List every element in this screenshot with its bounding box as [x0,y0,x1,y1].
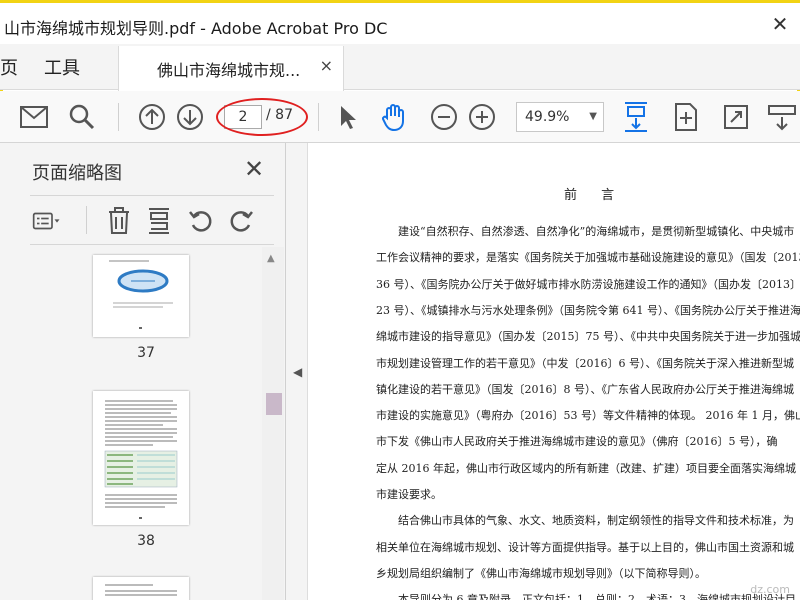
previous-page-icon[interactable] [136,101,168,133]
thumbnail-options-icon[interactable] [32,206,62,236]
tab-bar: 页 工具 佛山市海绵城市规... × [0,44,800,91]
document-view[interactable]: 前 言 建设“自然积存、自然渗透、自然净化”的海绵城市，是贯彻新型城镇化、中央城… [308,143,800,600]
annotation-oval [216,98,308,136]
document-line: 相关单位在海绵城市规划、设计等方面提供指导。基于以上目的，佛山市国土资源和城 [376,540,794,554]
page-thumbnail[interactable] [93,391,189,525]
document-heading: 前 言 [564,188,625,203]
document-line: 工作会议精神的要求，是落实《国务院关于加强城市基础设施建设的意见》（国发〔201… [376,251,800,265]
scroll-up-icon[interactable]: ▲ [267,253,275,264]
trash-icon[interactable] [104,206,134,236]
document-line: 结合佛山市具体的气象、水文、地质资料，制定纲领性的指导文件和技术标准，为 [398,514,794,528]
document-line: 本导则分为 6 章及附录，正文包括：1、总则；2、术语；3、海绵城市规划设计目 [398,593,796,600]
tab-close-icon[interactable]: × [320,56,333,75]
document-line: 乡规划局组织编制了《佛山市海绵城市规划导则》（以下简称导则）。 [376,566,706,580]
panel-toolbar [30,195,274,245]
toolbar-separator [318,103,319,131]
window-close-button[interactable]: ✕ [768,12,792,36]
search-icon[interactable] [66,101,98,133]
document-line: 36 号）、《国务院办公厅关于做好城市排水防涝设施建设工作的通知》（国办发〔20… [376,277,800,291]
document-line: 23 号）、《城镇排水与污水处理条例》（国务院令第 641 号）、《国务院办公厅… [376,303,800,317]
panel-collapse-bar[interactable]: ◀ [286,143,308,600]
rotate-right-icon[interactable] [226,206,256,236]
toolbar-separator [118,103,119,131]
zoom-out-icon[interactable] [428,101,460,133]
document-line: 镇化建设的若干意见》（国发〔2016〕8 号）、《广东省人民政府办公厅关于推进海… [376,382,794,396]
zoom-select[interactable]: 49.9% ▼ [516,102,604,132]
thumbnail-list: 37 38 [30,247,262,600]
document-line: 市规划建设管理工作的若干意见》（中发〔2016〕6 号）、《国务院关于深入推进新… [376,356,794,370]
full-screen-icon[interactable] [720,101,752,133]
zoom-value: 49.9% [525,109,570,125]
zoom-in-icon[interactable] [466,101,498,133]
tab-home[interactable]: 页 [0,54,18,80]
hand-tool-icon[interactable] [378,101,410,133]
thumbnail-page-label: 37 [137,345,155,361]
toolbar: 2 / 87 49.9% ▼ [0,91,800,143]
rotate-view-icon[interactable] [670,101,702,133]
toolbar-separator [86,206,87,234]
select-cursor-icon[interactable] [332,101,364,133]
email-icon[interactable] [18,101,50,133]
title-bar: 山市海绵城市规划导则.pdf - Adobe Acrobat Pro DC ✕ [0,0,800,44]
thumbnail-panel: 页面缩略图 ✕ 37 38 ▲ [0,143,286,600]
more-tools-icon[interactable] [766,101,798,133]
thumbnail-page-label: 38 [137,533,155,549]
insert-page-icon[interactable] [144,206,174,236]
document-line: 市建设要求。 [376,488,442,501]
chevron-left-icon[interactable]: ◀ [293,365,302,379]
page-thumbnail[interactable] [93,255,189,337]
scrollbar-thumb[interactable] [266,393,282,415]
page-thumbnail[interactable] [93,577,189,600]
document-line: 市建设的实施意见》（粤府办〔2016〕53 号）等文件精神的体现。 2016 年… [376,409,800,423]
panel-title: 页面缩略图 [32,163,122,184]
rotate-left-icon[interactable] [186,206,216,236]
next-page-icon[interactable] [174,101,206,133]
tab-tools[interactable]: 工具 [44,54,80,80]
thumbnail-scrollbar[interactable]: ▲ [262,247,284,600]
document-line: 绵城市建设的指导意见》（国办发〔2015〕75 号）、《中共中央国务院关于进一步… [376,330,800,344]
window-title: 山市海绵城市规划导则.pdf - Adobe Acrobat Pro DC [4,19,388,38]
close-icon[interactable]: ✕ [244,155,264,183]
fit-page-icon[interactable] [620,101,652,133]
tab-document-label: 佛山市海绵城市规... [157,61,301,80]
watermark: dz.com [750,583,790,596]
tab-document[interactable]: 佛山市海绵城市规... × [118,46,344,91]
document-line: 定从 2016 年起，佛山市行政区域内的所有新建（改建、扩建）项目要全面落实海绵… [376,461,796,475]
document-line: 建设“自然积存、自然渗透、自然净化”的海绵城市，是贯彻新型城镇化、中央城市 [398,225,795,238]
chevron-down-icon: ▼ [589,111,597,122]
document-line: 市下发《佛山市人民政府关于推进海绵城市建设的意见》（佛府〔2016〕5 号），确 [376,435,778,449]
